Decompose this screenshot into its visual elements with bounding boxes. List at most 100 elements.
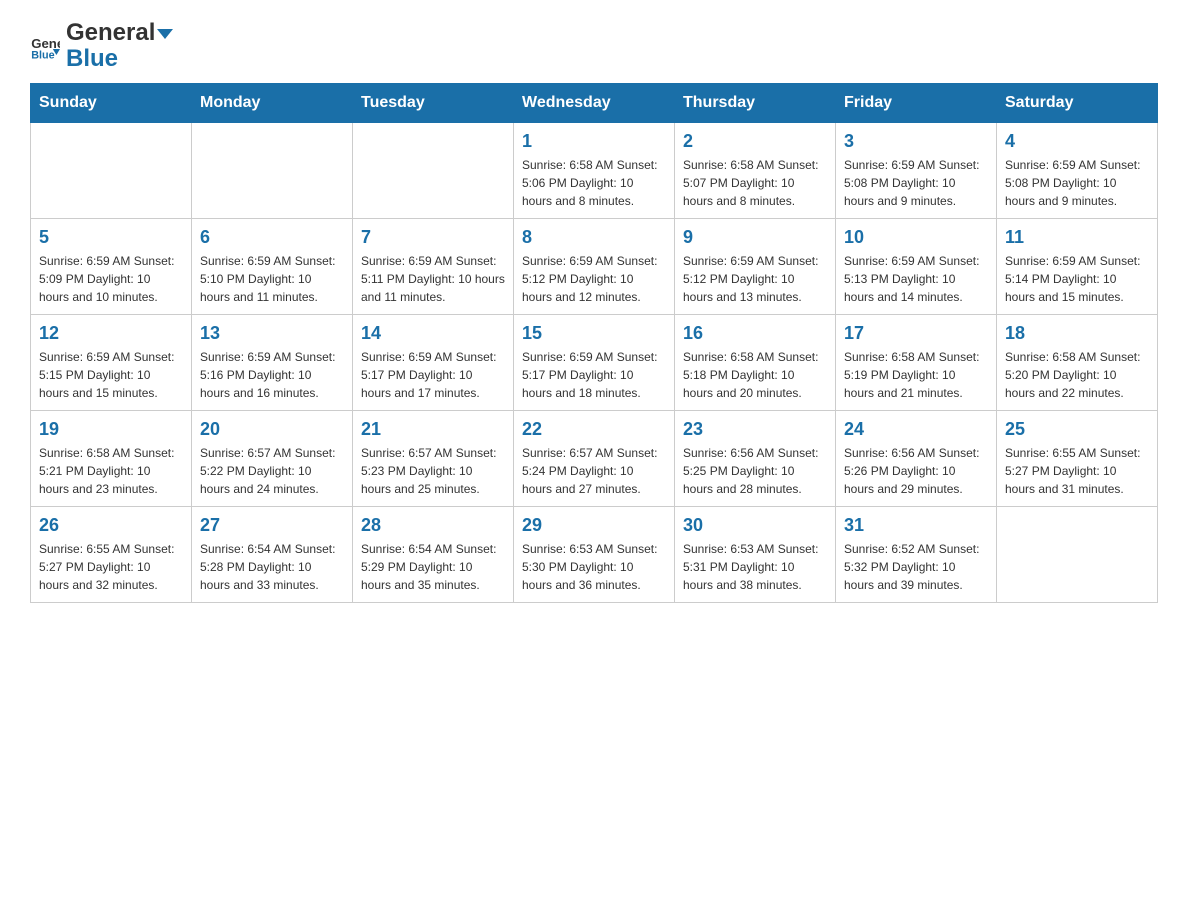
day-number: 8 (522, 227, 666, 248)
day-number: 4 (1005, 131, 1149, 152)
day-number: 11 (1005, 227, 1149, 248)
calendar-cell: 11 Sunrise: 6:59 AM Sunset: 5:14 PM Dayli… (997, 218, 1158, 314)
day-info: Sunrise: 6:53 AM Sunset: 5:31 PM Dayligh… (683, 540, 827, 594)
calendar-cell: 3 Sunrise: 6:59 AM Sunset: 5:08 PM Daylig… (836, 122, 997, 218)
day-info: Sunrise: 6:54 AM Sunset: 5:28 PM Dayligh… (200, 540, 344, 594)
calendar-cell: 25 Sunrise: 6:55 AM Sunset: 5:27 PM Dayli… (997, 410, 1158, 506)
day-number: 26 (39, 515, 183, 536)
calendar-header-wednesday: Wednesday (514, 83, 675, 122)
calendar-cell: 26Sunrise: 6:55 AM Sunset: 5:27 PM Dayli… (31, 506, 192, 602)
calendar-header-row: SundayMondayTuesdayWednesdayThursdayFrid… (31, 83, 1158, 122)
day-info: Sunrise: 6:59 AM Sunset: 5:12 PM Dayligh… (683, 252, 827, 306)
calendar-cell: 22 Sunrise: 6:57 AM Sunset: 5:24 PM Dayli… (514, 410, 675, 506)
day-info: Sunrise: 6:59 AM Sunset: 5:11 PM Dayligh… (361, 252, 505, 306)
day-number: 6 (200, 227, 344, 248)
day-info: Sunrise: 6:59 AM Sunset: 5:17 PM Dayligh… (522, 348, 666, 402)
day-number: 18 (1005, 323, 1149, 344)
day-number: 25 (1005, 419, 1149, 440)
calendar-cell: 10 Sunrise: 6:59 AM Sunset: 5:13 PM Dayli… (836, 218, 997, 314)
day-info: Sunrise: 6:57 AM Sunset: 5:24 PM Dayligh… (522, 444, 666, 498)
calendar-cell (192, 122, 353, 218)
calendar-cell: 21 Sunrise: 6:57 AM Sunset: 5:23 PM Dayli… (353, 410, 514, 506)
calendar-cell: 24 Sunrise: 6:56 AM Sunset: 5:26 PM Dayli… (836, 410, 997, 506)
page-header: General Blue General Blue (30, 20, 1158, 73)
day-number: 10 (844, 227, 988, 248)
calendar-week-row: 19Sunrise: 6:58 AM Sunset: 5:21 PM Dayli… (31, 410, 1158, 506)
calendar-week-row: 1 Sunrise: 6:58 AM Sunset: 5:06 PM Daylig… (31, 122, 1158, 218)
day-info: Sunrise: 6:58 AM Sunset: 5:18 PM Dayligh… (683, 348, 827, 402)
day-number: 13 (200, 323, 344, 344)
day-info: Sunrise: 6:59 AM Sunset: 5:15 PM Dayligh… (39, 348, 183, 402)
calendar-cell (997, 506, 1158, 602)
calendar-cell: 16 Sunrise: 6:58 AM Sunset: 5:18 PM Dayli… (675, 314, 836, 410)
day-number: 27 (200, 515, 344, 536)
calendar-cell: 30 Sunrise: 6:53 AM Sunset: 5:31 PM Dayli… (675, 506, 836, 602)
calendar-cell: 14Sunrise: 6:59 AM Sunset: 5:17 PM Dayli… (353, 314, 514, 410)
day-info: Sunrise: 6:58 AM Sunset: 5:06 PM Dayligh… (522, 156, 666, 210)
day-info: Sunrise: 6:59 AM Sunset: 5:14 PM Dayligh… (1005, 252, 1149, 306)
day-info: Sunrise: 6:57 AM Sunset: 5:23 PM Dayligh… (361, 444, 505, 498)
calendar-cell: 28 Sunrise: 6:54 AM Sunset: 5:29 PM Dayli… (353, 506, 514, 602)
calendar-cell: 7 Sunrise: 6:59 AM Sunset: 5:11 PM Daylig… (353, 218, 514, 314)
day-info: Sunrise: 6:55 AM Sunset: 5:27 PM Dayligh… (1005, 444, 1149, 498)
day-info: Sunrise: 6:59 AM Sunset: 5:17 PM Dayligh… (361, 348, 505, 402)
day-number: 1 (522, 131, 666, 152)
day-number: 19 (39, 419, 183, 440)
calendar-cell: 23 Sunrise: 6:56 AM Sunset: 5:25 PM Dayli… (675, 410, 836, 506)
day-number: 30 (683, 515, 827, 536)
day-number: 15 (522, 323, 666, 344)
calendar-table: SundayMondayTuesdayWednesdayThursdayFrid… (30, 83, 1158, 603)
day-number: 17 (844, 323, 988, 344)
day-number: 9 (683, 227, 827, 248)
logo: General Blue General Blue (30, 20, 175, 73)
calendar-cell: 8 Sunrise: 6:59 AM Sunset: 5:12 PM Daylig… (514, 218, 675, 314)
day-number: 2 (683, 131, 827, 152)
day-number: 23 (683, 419, 827, 440)
day-number: 22 (522, 419, 666, 440)
day-info: Sunrise: 6:59 AM Sunset: 5:08 PM Dayligh… (844, 156, 988, 210)
calendar-week-row: 26Sunrise: 6:55 AM Sunset: 5:27 PM Dayli… (31, 506, 1158, 602)
day-info: Sunrise: 6:54 AM Sunset: 5:29 PM Dayligh… (361, 540, 505, 594)
calendar-cell: 6 Sunrise: 6:59 AM Sunset: 5:10 PM Daylig… (192, 218, 353, 314)
calendar-cell: 13 Sunrise: 6:59 AM Sunset: 5:16 PM Dayli… (192, 314, 353, 410)
calendar-cell: 5 Sunrise: 6:59 AM Sunset: 5:09 PM Daylig… (31, 218, 192, 314)
day-number: 24 (844, 419, 988, 440)
day-info: Sunrise: 6:59 AM Sunset: 5:08 PM Dayligh… (1005, 156, 1149, 210)
calendar-header-sunday: Sunday (31, 83, 192, 122)
calendar-cell: 12 Sunrise: 6:59 AM Sunset: 5:15 PM Dayli… (31, 314, 192, 410)
calendar-week-row: 12 Sunrise: 6:59 AM Sunset: 5:15 PM Dayli… (31, 314, 1158, 410)
day-number: 16 (683, 323, 827, 344)
calendar-cell (31, 122, 192, 218)
day-info: Sunrise: 6:58 AM Sunset: 5:20 PM Dayligh… (1005, 348, 1149, 402)
day-number: 21 (361, 419, 505, 440)
day-info: Sunrise: 6:58 AM Sunset: 5:07 PM Dayligh… (683, 156, 827, 210)
calendar-cell: 27 Sunrise: 6:54 AM Sunset: 5:28 PM Dayli… (192, 506, 353, 602)
day-number: 7 (361, 227, 505, 248)
day-info: Sunrise: 6:53 AM Sunset: 5:30 PM Dayligh… (522, 540, 666, 594)
svg-text:Blue: Blue (31, 50, 54, 61)
day-number: 20 (200, 419, 344, 440)
svg-text:General: General (31, 36, 60, 51)
day-number: 5 (39, 227, 183, 248)
day-info: Sunrise: 6:58 AM Sunset: 5:19 PM Dayligh… (844, 348, 988, 402)
calendar-cell: 18 Sunrise: 6:58 AM Sunset: 5:20 PM Dayli… (997, 314, 1158, 410)
calendar-cell: 1 Sunrise: 6:58 AM Sunset: 5:06 PM Daylig… (514, 122, 675, 218)
day-number: 31 (844, 515, 988, 536)
day-info: Sunrise: 6:59 AM Sunset: 5:16 PM Dayligh… (200, 348, 344, 402)
day-number: 3 (844, 131, 988, 152)
calendar-cell: 31Sunrise: 6:52 AM Sunset: 5:32 PM Dayli… (836, 506, 997, 602)
day-info: Sunrise: 6:59 AM Sunset: 5:10 PM Dayligh… (200, 252, 344, 306)
calendar-cell: 17 Sunrise: 6:58 AM Sunset: 5:19 PM Dayli… (836, 314, 997, 410)
day-info: Sunrise: 6:59 AM Sunset: 5:09 PM Dayligh… (39, 252, 183, 306)
logo-blue-text: Blue (66, 46, 175, 72)
day-number: 28 (361, 515, 505, 536)
day-number: 12 (39, 323, 183, 344)
day-info: Sunrise: 6:56 AM Sunset: 5:26 PM Dayligh… (844, 444, 988, 498)
day-info: Sunrise: 6:59 AM Sunset: 5:12 PM Dayligh… (522, 252, 666, 306)
day-info: Sunrise: 6:56 AM Sunset: 5:25 PM Dayligh… (683, 444, 827, 498)
day-number: 29 (522, 515, 666, 536)
logo-icon: General Blue (30, 31, 60, 61)
day-info: Sunrise: 6:59 AM Sunset: 5:13 PM Dayligh… (844, 252, 988, 306)
calendar-week-row: 5 Sunrise: 6:59 AM Sunset: 5:09 PM Daylig… (31, 218, 1158, 314)
calendar-cell: 9 Sunrise: 6:59 AM Sunset: 5:12 PM Daylig… (675, 218, 836, 314)
